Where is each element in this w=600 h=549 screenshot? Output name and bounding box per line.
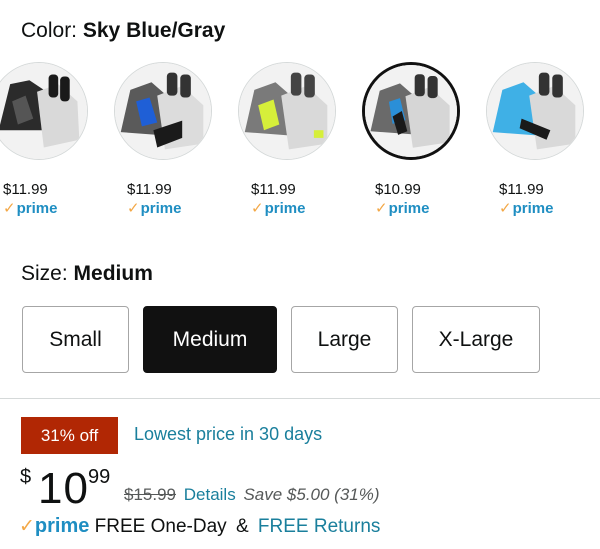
- prime-check-icon: ✓: [251, 200, 264, 217]
- color-label: Color:: [21, 19, 78, 42]
- color-swatches: $11.99 ✓prime $11.99 ✓prime $11.99 ✓prim…: [0, 62, 600, 222]
- color-value: Sky Blue/Gray: [82, 19, 226, 42]
- list-price: $15.99: [124, 485, 176, 504]
- deal-text: Lowest price in 30 days: [134, 424, 323, 444]
- prime-badge: ✓prime: [251, 200, 306, 217]
- size-selection-label: Size: Medium: [21, 262, 153, 286]
- color-swatch[interactable]: $11.99 ✓prime: [114, 62, 214, 217]
- swatch-price: $11.99: [499, 181, 544, 198]
- prime-check-icon: ✓: [375, 200, 388, 217]
- glove-thumbnail: [362, 62, 460, 160]
- details-link[interactable]: Details: [184, 485, 236, 504]
- prime-check-icon: ✓: [19, 516, 35, 537]
- size-option-medium[interactable]: Medium: [143, 306, 277, 373]
- savings-text: Save $5.00 (31%): [243, 485, 380, 504]
- prime-check-icon: ✓: [127, 200, 140, 217]
- prime-badge: ✓prime: [3, 200, 58, 217]
- swatch-price: $11.99: [127, 181, 172, 198]
- size-label: Size:: [21, 262, 68, 285]
- prime-badge: ✓prime: [127, 200, 182, 217]
- size-value: Medium: [73, 262, 153, 285]
- prime-badge: ✓prime: [499, 200, 554, 217]
- prime-logo: prime: [34, 515, 90, 537]
- prime-check-icon: ✓: [499, 200, 512, 217]
- glove-thumbnail: [0, 62, 88, 160]
- prime-badge: ✓prime: [375, 200, 430, 217]
- glove-thumbnail: [238, 62, 336, 160]
- color-swatch[interactable]: $11.99 ✓prime: [0, 62, 90, 217]
- color-swatch[interactable]: $11.99 ✓prime: [486, 62, 586, 217]
- free-returns-link[interactable]: FREE Returns: [258, 516, 380, 537]
- price-symbol: $: [20, 466, 32, 488]
- price-fraction: 99: [88, 466, 111, 488]
- swatch-price: $11.99: [3, 181, 48, 198]
- size-options: Small Medium Large X-Large: [0, 306, 600, 374]
- color-swatch-selected[interactable]: $10.99 ✓prime: [362, 62, 462, 217]
- deal-badge: 31% off: [21, 417, 118, 454]
- swatch-price: $11.99: [251, 181, 296, 198]
- section-divider: [0, 398, 600, 399]
- color-swatch[interactable]: $11.99 ✓prime: [238, 62, 338, 217]
- ampersand: &: [235, 516, 249, 537]
- shipping-line: ✓prime FREE One-Day & FREE Returns: [19, 515, 380, 538]
- prime-check-icon: ✓: [3, 200, 16, 217]
- glove-thumbnail: [114, 62, 212, 160]
- swatch-price: $10.99: [375, 181, 421, 198]
- glove-thumbnail: [486, 62, 584, 160]
- size-option-small[interactable]: Small: [22, 306, 129, 373]
- color-selection-label: Color: Sky Blue/Gray: [21, 19, 225, 43]
- free-delivery-text: FREE One-Day: [94, 516, 227, 537]
- list-price-line: $15.99 Details Save $5.00 (31%): [124, 485, 380, 505]
- price-whole: 10: [38, 464, 89, 513]
- size-option-x-large[interactable]: X-Large: [412, 306, 540, 373]
- size-option-large[interactable]: Large: [291, 306, 398, 373]
